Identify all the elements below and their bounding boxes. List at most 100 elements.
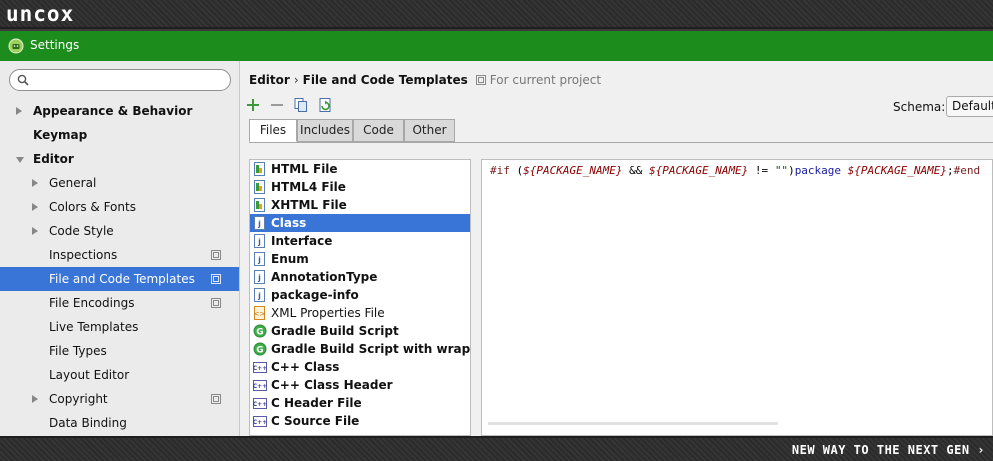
expand-arrow-icon[interactable]: [32, 203, 38, 211]
code-token: (: [509, 164, 524, 177]
expand-arrow-icon[interactable]: [16, 107, 22, 115]
sidebar-item-label: General: [49, 176, 97, 190]
search-input[interactable]: [9, 69, 231, 91]
svg-text:j: j: [257, 220, 261, 229]
svg-text:G: G: [256, 328, 263, 338]
template-list-item[interactable]: XHTML File: [250, 196, 470, 214]
java-file-icon: j: [254, 216, 265, 230]
breadcrumb-current: File and Code Templates: [302, 73, 468, 87]
template-code[interactable]: #if (${PACKAGE_NAME} && ${PACKAGE_NAME} …: [490, 164, 980, 177]
java-file-icon: j: [254, 234, 265, 248]
cpp-file-icon: C++: [253, 398, 267, 409]
copy-icon[interactable]: [293, 97, 309, 113]
schema-dropdown[interactable]: Default: [946, 96, 993, 117]
sidebar-item-label: Live Templates: [49, 320, 139, 334]
template-list-item[interactable]: j package-info: [250, 286, 470, 304]
expand-arrow-icon[interactable]: [32, 179, 38, 187]
template-list-item[interactable]: j Interface: [250, 232, 470, 250]
template-list-item-label: Class: [271, 216, 307, 230]
template-list-item-label: C++ Class: [271, 360, 340, 374]
template-list-item-label: Gradle Build Script with wrapper: [271, 342, 471, 356]
sidebar-item-file-types[interactable]: File Types: [0, 339, 239, 363]
svg-text:C++: C++: [253, 383, 267, 390]
brand-bar: uncox: [0, 0, 993, 29]
expand-arrow-icon[interactable]: [32, 227, 38, 235]
sidebar-item-code-style[interactable]: Code Style: [0, 219, 239, 243]
android-icon: [8, 38, 24, 54]
sidebar-item-copyright[interactable]: Copyright: [0, 387, 239, 411]
template-list-item-label: XML Properties File: [271, 306, 385, 320]
project-scope-icon: [211, 250, 221, 260]
sidebar-item-label: Editor: [33, 152, 74, 166]
tab-includes[interactable]: Includes: [297, 119, 353, 142]
project-scope-icon: [475, 75, 486, 85]
template-list-item[interactable]: HTML4 File: [250, 178, 470, 196]
sidebar-item-inspections[interactable]: Inspections: [0, 243, 239, 267]
sidebar-item-label: Appearance & Behavior: [33, 104, 193, 118]
sidebar-item-file-and-code-templates[interactable]: File and Code Templates: [0, 267, 239, 291]
svg-text:j: j: [257, 256, 261, 265]
template-list-item[interactable]: C++ C Header File: [250, 394, 470, 412]
add-icon[interactable]: [245, 97, 261, 113]
sidebar-item-label: Colors & Fonts: [49, 200, 136, 214]
sidebar-item-data-binding[interactable]: Data Binding: [0, 411, 239, 435]
editor-horizontal-scrollbar[interactable]: [488, 422, 778, 425]
sidebar-item-layout-editor[interactable]: Layout Editor: [0, 363, 239, 387]
template-list-item[interactable]: G Gradle Build Script with wrapper: [250, 340, 470, 358]
sidebar-item-file-encodings[interactable]: File Encodings: [0, 291, 239, 315]
cpp-file-icon: C++: [253, 416, 267, 427]
svg-text:C++: C++: [253, 401, 267, 408]
template-list-item[interactable]: HTML File: [250, 160, 470, 178]
tab-other[interactable]: Other: [404, 119, 455, 142]
sidebar-item-label: Copyright: [49, 392, 108, 406]
breadcrumb-separator: ›: [293, 73, 299, 87]
code-token: ;: [947, 164, 954, 177]
sidebar-item-appearance-behavior[interactable]: Appearance & Behavior: [0, 99, 239, 123]
sidebar-item-live-templates[interactable]: Live Templates: [0, 315, 239, 339]
sidebar-item-colors-fonts[interactable]: Colors & Fonts: [0, 195, 239, 219]
sidebar-item-label: File Types: [49, 344, 107, 358]
tab-files[interactable]: Files: [249, 119, 297, 142]
template-list-item[interactable]: C++ C++ Class Header: [250, 376, 470, 394]
window-title-bar: Settings: [0, 31, 993, 61]
window-title: Settings: [30, 38, 80, 52]
brand-slogan: NEW WAY TO THE NEXT GEN ›: [791, 443, 985, 457]
template-list-item-label: C Header File: [271, 396, 362, 410]
template-list-item[interactable]: j AnnotationType: [250, 268, 470, 286]
sidebar-item-keymap[interactable]: Keymap: [0, 123, 239, 147]
template-list-item-label: HTML4 File: [271, 180, 346, 194]
sidebar-item-general[interactable]: General: [0, 171, 239, 195]
java-file-icon: j: [254, 270, 265, 284]
project-scope-icon: [211, 274, 221, 284]
template-list-item-label: package-info: [271, 288, 359, 302]
template-list-item[interactable]: <> XML Properties File: [250, 304, 470, 322]
template-list-item[interactable]: G Gradle Build Script: [250, 322, 470, 340]
remove-icon[interactable]: [269, 97, 285, 113]
code-token: #if: [490, 164, 510, 177]
collapse-arrow-icon[interactable]: [16, 157, 24, 163]
code-token: #end: [953, 164, 981, 177]
template-list-item-label: AnnotationType: [271, 270, 378, 284]
sidebar-item-label: Layout Editor: [49, 368, 130, 382]
settings-window: Appearance & Behavior Keymap Editor General…: [0, 61, 993, 436]
cpp-file-icon: C++: [253, 380, 267, 391]
template-list-item-label: Enum: [271, 252, 309, 266]
code-token: !=: [748, 164, 775, 177]
sidebar-item-editor[interactable]: Editor: [0, 147, 239, 171]
svg-text:j: j: [257, 238, 261, 247]
template-list-item[interactable]: j Class: [250, 214, 470, 232]
expand-arrow-icon[interactable]: [32, 395, 38, 403]
code-token: ): [788, 164, 795, 177]
template-list-item[interactable]: j Enum: [250, 250, 470, 268]
tab-code[interactable]: Code: [353, 119, 404, 142]
template-editor[interactable]: #if (${PACKAGE_NAME} && ${PACKAGE_NAME} …: [481, 159, 993, 436]
template-list-item-label: C++ Class Header: [271, 378, 393, 392]
template-list-item[interactable]: C++ C Source File: [250, 412, 470, 430]
reset-icon[interactable]: [317, 97, 333, 113]
gradle-icon: G: [253, 324, 267, 338]
sidebar-item-label: Code Style: [49, 224, 114, 238]
java-file-icon: j: [254, 288, 265, 302]
template-list-item-label: Gradle Build Script: [271, 324, 399, 338]
template-list-item[interactable]: C++ C++ Class: [250, 358, 470, 376]
